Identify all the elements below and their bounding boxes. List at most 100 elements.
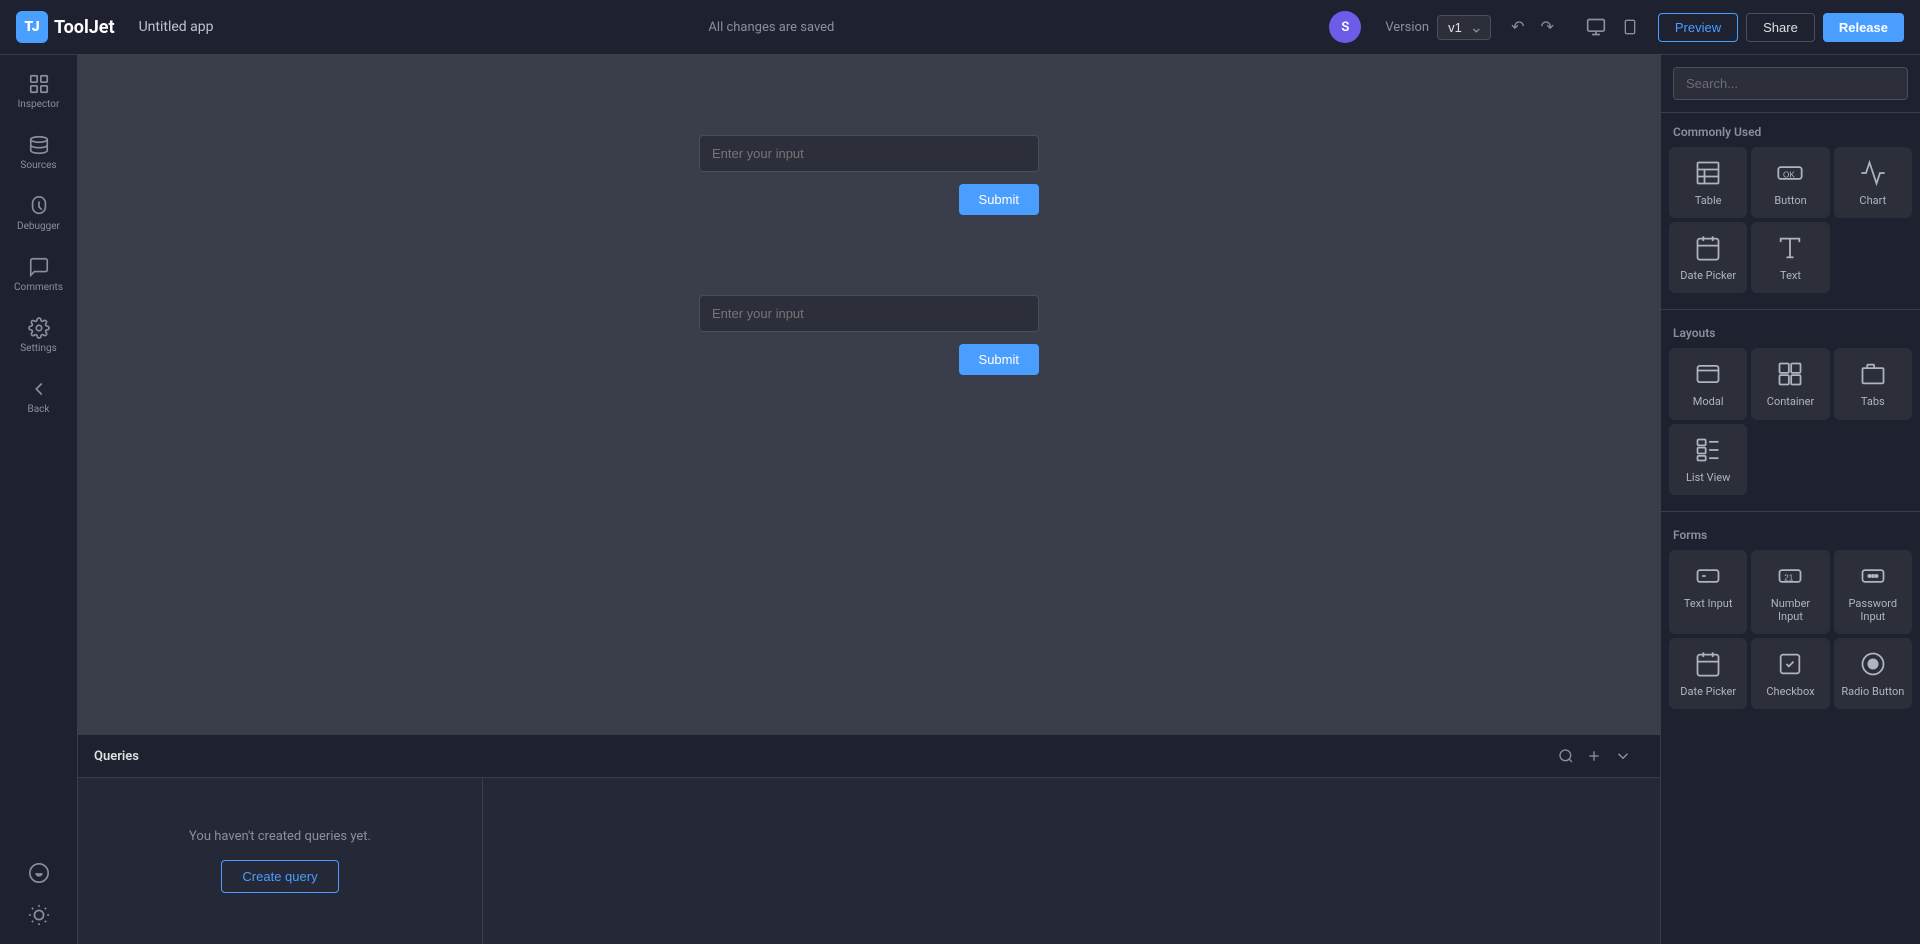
section-title-forms: Forms <box>1661 516 1920 550</box>
chart-icon <box>1855 158 1891 188</box>
table-label: Table <box>1695 194 1722 207</box>
forms-grid: Text Input 21 Number Input Password Inpu… <box>1661 550 1920 722</box>
list-view-icon <box>1690 435 1726 465</box>
queries-editor <box>483 778 1660 944</box>
widget-input-2[interactable] <box>699 295 1039 332</box>
sidebar-item-settings[interactable]: Settings <box>5 307 73 364</box>
section-title-commonly-used: Commonly Used <box>1661 113 1920 147</box>
component-table[interactable]: Table <box>1669 147 1747 218</box>
mobile-icon[interactable] <box>1618 13 1642 41</box>
tabs-icon <box>1855 359 1891 389</box>
device-icons <box>1582 13 1642 41</box>
create-query-button[interactable]: Create query <box>221 860 338 893</box>
component-tabs[interactable]: Tabs <box>1834 348 1912 419</box>
sun-icon <box>28 904 50 926</box>
queries-title: Queries <box>94 749 1558 764</box>
settings-label: Settings <box>20 343 57 354</box>
component-radio-button[interactable]: Radio Button <box>1834 638 1912 709</box>
date-picker-label: Date Picker <box>1680 269 1736 282</box>
preview-button[interactable]: Preview <box>1658 13 1738 42</box>
layouts-grid: Modal Container Tabs List <box>1661 348 1920 506</box>
text-icon <box>1772 233 1808 263</box>
text-input-icon <box>1690 561 1726 591</box>
sidebar-item-comments[interactable]: Comments <box>5 246 73 303</box>
desktop-icon[interactable] <box>1582 13 1610 41</box>
share-button[interactable]: Share <box>1746 13 1815 42</box>
queries-list: You haven't created queries yet. Create … <box>78 778 483 944</box>
component-checkbox[interactable]: Checkbox <box>1751 638 1829 709</box>
sidebar-item-chat[interactable] <box>5 852 73 894</box>
button-icon: OK <box>1772 158 1808 188</box>
password-input-label: Password Input <box>1841 597 1905 623</box>
settings-icon <box>28 317 50 339</box>
release-button[interactable]: Release <box>1823 13 1904 42</box>
sources-label: Sources <box>20 160 56 171</box>
sidebar-item-theme[interactable] <box>5 894 73 936</box>
sources-icon <box>28 134 50 156</box>
comments-label: Comments <box>14 282 63 293</box>
modal-label: Modal <box>1693 395 1724 408</box>
logo: TJ ToolJet <box>16 11 115 43</box>
topbar-actions: Preview Share Release <box>1658 13 1904 42</box>
back-icon <box>28 378 50 400</box>
date-picker-icon <box>1690 233 1726 263</box>
widget-submit-2[interactable]: Submit <box>959 344 1039 375</box>
svg-text:21: 21 <box>1785 573 1795 582</box>
queries-add-button[interactable] <box>1586 748 1602 764</box>
widget-submit-row-1: Submit <box>699 184 1039 215</box>
component-container[interactable]: Container <box>1751 348 1829 419</box>
table-icon <box>1690 158 1726 188</box>
component-number-input[interactable]: 21 Number Input <box>1751 550 1829 634</box>
component-modal[interactable]: Modal <box>1669 348 1747 419</box>
radio-button-label: Radio Button <box>1841 685 1904 698</box>
component-text[interactable]: Text <box>1751 222 1829 293</box>
component-password-input[interactable]: Password Input <box>1834 550 1912 634</box>
tabs-label: Tabs <box>1861 395 1885 408</box>
sidebar-item-back[interactable]: Back <box>5 368 73 425</box>
section-title-layouts: Layouts <box>1661 314 1920 348</box>
queries-collapse-button[interactable] <box>1602 747 1644 765</box>
undo-redo: ↶ ↷ <box>1507 13 1558 41</box>
logo-icon: TJ <box>16 11 48 43</box>
container-label: Container <box>1767 395 1814 408</box>
version-label: Version <box>1385 20 1429 35</box>
component-text-input[interactable]: Text Input <box>1669 550 1747 634</box>
queries-search-button[interactable] <box>1558 748 1574 764</box>
divider-1 <box>1661 309 1920 310</box>
component-list-view[interactable]: List View <box>1669 424 1747 495</box>
save-status: All changes are saved <box>230 20 1314 35</box>
queries-panel: Queries You haven't created queries yet. <box>78 734 1660 944</box>
number-input-icon: 21 <box>1772 561 1808 591</box>
chat-icon <box>28 862 50 884</box>
sidebar-item-inspector[interactable]: Inspector <box>5 63 73 120</box>
logo-text: ToolJet <box>54 17 115 38</box>
left-sidebar: Inspector Sources Debugger Comments Sett… <box>0 55 78 944</box>
number-input-label: Number Input <box>1758 597 1822 623</box>
sidebar-bottom <box>5 852 73 936</box>
widget-submit-1[interactable]: Submit <box>959 184 1039 215</box>
queries-content: You haven't created queries yet. Create … <box>78 778 1660 944</box>
version-select[interactable]: v1 <box>1437 15 1491 40</box>
version-area: Version v1 <box>1385 15 1491 40</box>
component-search-input[interactable] <box>1673 67 1908 100</box>
modal-icon <box>1690 359 1726 389</box>
component-button[interactable]: OK Button <box>1751 147 1829 218</box>
password-input-icon <box>1855 561 1891 591</box>
svg-text:OK: OK <box>1783 171 1795 180</box>
sidebar-item-sources[interactable]: Sources <box>5 124 73 181</box>
redo-button[interactable]: ↷ <box>1536 13 1557 41</box>
right-panel: Commonly Used Table OK Button <box>1660 55 1920 944</box>
debugger-icon <box>28 195 50 217</box>
component-date-picker[interactable]: Date Picker <box>1669 222 1747 293</box>
undo-button[interactable]: ↶ <box>1507 13 1528 41</box>
widget-input-1[interactable] <box>699 135 1039 172</box>
back-label: Back <box>28 404 50 415</box>
sidebar-item-debugger[interactable]: Debugger <box>5 185 73 242</box>
checkbox-label: Checkbox <box>1766 685 1814 698</box>
chart-label: Chart <box>1859 194 1886 207</box>
component-chart[interactable]: Chart <box>1834 147 1912 218</box>
component-date-picker2[interactable]: Date Picker <box>1669 638 1747 709</box>
app-title[interactable]: Untitled app <box>139 19 214 35</box>
canvas-main[interactable]: Submit Submit <box>78 55 1660 734</box>
checkbox-icon <box>1772 649 1808 679</box>
